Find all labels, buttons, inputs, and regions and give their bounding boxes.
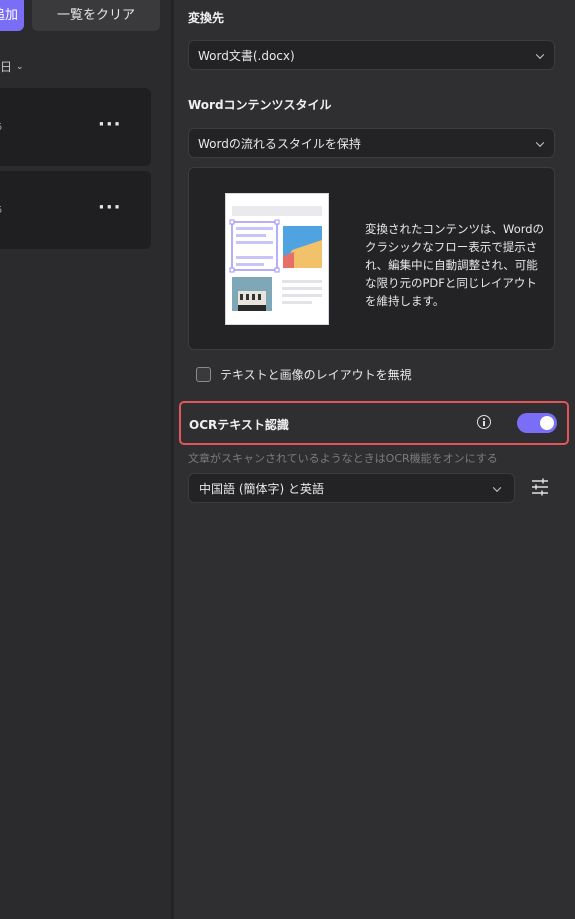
content-style-value: Wordの流れるスタイルを保持 bbox=[198, 136, 361, 151]
file-item[interactable]: 5 ··· bbox=[0, 171, 151, 249]
file-info: 5 bbox=[0, 122, 2, 133]
more-options-icon[interactable]: ··· bbox=[98, 197, 122, 218]
sort-dropdown[interactable]: 日 ⌄ bbox=[0, 58, 24, 75]
ocr-toggle[interactable] bbox=[517, 413, 557, 433]
ocr-language-value: 中国語 (簡体字) と英語 bbox=[199, 481, 324, 496]
chevron-down-icon bbox=[535, 138, 545, 147]
info-icon[interactable] bbox=[477, 415, 491, 429]
ignore-layout-checkbox[interactable] bbox=[196, 367, 211, 382]
ignore-layout-label: テキストと画像のレイアウトを無視 bbox=[220, 368, 412, 382]
document-layout-icon bbox=[229, 206, 322, 311]
ignore-layout-option[interactable]: テキストと画像のレイアウトを無視 bbox=[196, 366, 412, 383]
output-format-label: 変換先 bbox=[188, 11, 225, 25]
toggle-knob bbox=[540, 416, 554, 430]
ocr-label: OCRテキスト認識 bbox=[189, 418, 289, 432]
clear-list-button[interactable]: 一覧をクリア bbox=[32, 0, 160, 31]
ocr-language-select[interactable]: 中国語 (簡体字) と英語 bbox=[188, 473, 515, 503]
document-preview-illustration bbox=[225, 193, 329, 325]
output-format-value: Word文書(.docx) bbox=[198, 48, 295, 63]
add-files-button[interactable]: 追加 bbox=[0, 0, 24, 31]
file-list-pane: 追加 一覧をクリア 日 ⌄ 5 ··· 5 ··· bbox=[0, 0, 171, 919]
style-description: 変換されたコンテンツは、Wordのクラシックなフロー表示で提示され、編集中に自動… bbox=[365, 222, 545, 308]
sliders-icon[interactable] bbox=[531, 478, 549, 496]
sort-label: 日 bbox=[0, 60, 13, 74]
file-item[interactable]: 5 ··· bbox=[0, 88, 151, 166]
output-format-select[interactable]: Word文書(.docx) bbox=[188, 40, 555, 70]
more-options-icon[interactable]: ··· bbox=[98, 114, 122, 135]
conversion-settings-pane: 変換先 Word文書(.docx) Wordコンテンツスタイル Wordの流れる… bbox=[174, 0, 575, 919]
file-info: 5 bbox=[0, 205, 2, 216]
ocr-settings-row: OCRテキスト認識 bbox=[179, 401, 569, 445]
content-style-select[interactable]: Wordの流れるスタイルを保持 bbox=[188, 128, 555, 158]
chevron-down-icon bbox=[492, 483, 502, 492]
ocr-hint-text: 文章がスキャンされているようなときはOCR機能をオンにする bbox=[188, 452, 498, 465]
style-preview-panel: 変換されたコンテンツは、Wordのクラシックなフロー表示で提示され、編集中に自動… bbox=[188, 167, 555, 350]
chevron-down-icon bbox=[535, 50, 545, 59]
content-style-label: Wordコンテンツスタイル bbox=[188, 98, 332, 112]
chevron-down-icon: ⌄ bbox=[16, 61, 24, 72]
